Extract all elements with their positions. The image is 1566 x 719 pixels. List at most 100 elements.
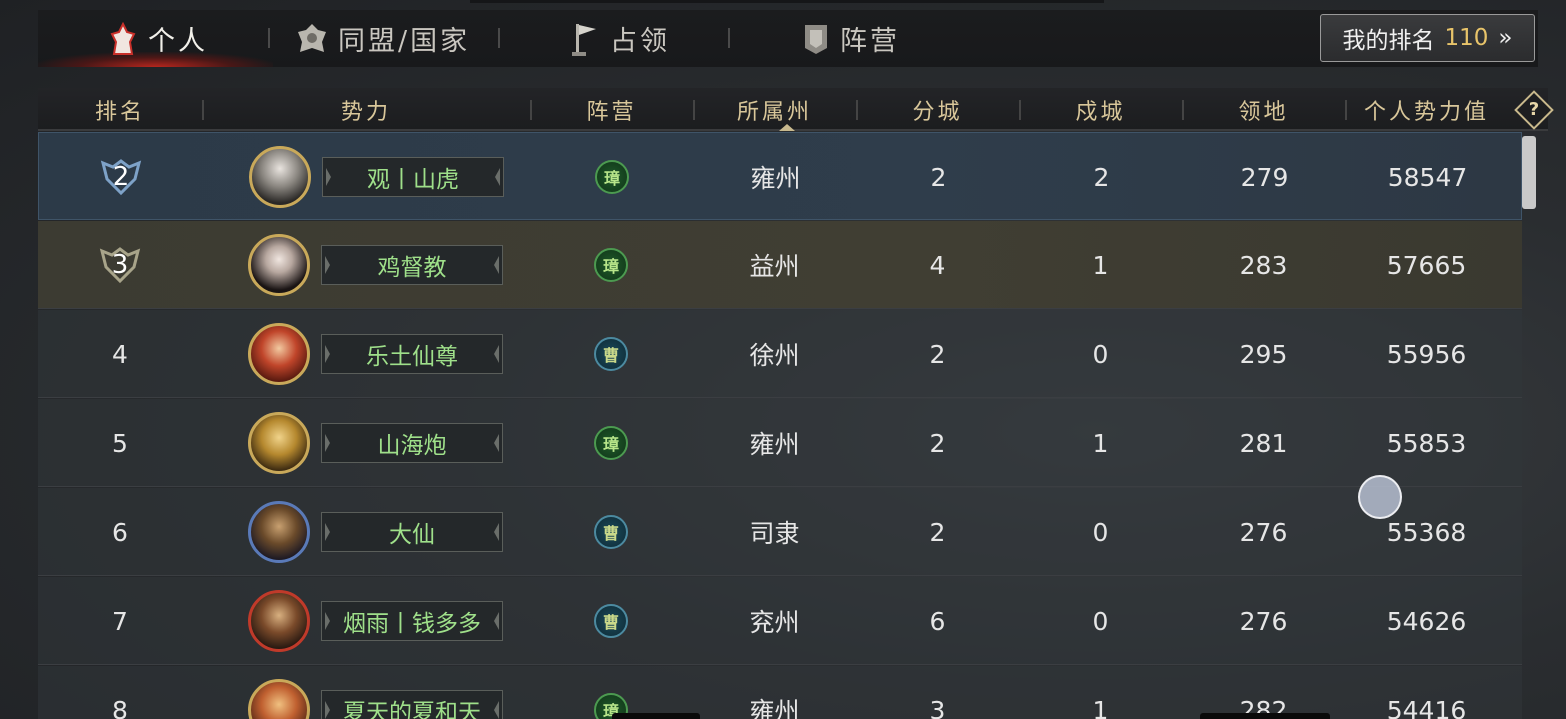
column-header-rank[interactable]: 排名 (38, 88, 202, 131)
territory-cell: 281 (1239, 428, 1288, 458)
state-cell: 兖州 (749, 608, 800, 637)
state-cell: 雍州 (749, 697, 800, 719)
garrison-city-cell: 0 (1092, 517, 1109, 547)
alliance-crest-icon (298, 23, 326, 52)
garrison-city-cell: 1 (1092, 250, 1109, 280)
avatar[interactable] (248, 323, 310, 385)
tab-occupy-label: 占领 (610, 26, 670, 57)
avatar[interactable] (248, 501, 310, 563)
tower-icon (110, 21, 136, 55)
garrison-city-cell: 1 (1092, 695, 1109, 719)
table-row[interactable]: 6 大仙 曹 司隶 2 0 276 55368 (38, 488, 1522, 576)
table-row[interactable]: 8 夏天的夏和天 璋 雍州 3 1 282 54416 (38, 666, 1522, 719)
avatar[interactable] (248, 412, 310, 474)
table-row[interactable]: 2 观丨山虎 璋 雍州 2 2 279 58547 (38, 132, 1522, 220)
tab-alliance[interactable]: 同盟/国家 (296, 10, 470, 67)
top-divider (470, 0, 1104, 3)
avatar[interactable] (248, 590, 310, 652)
table-row[interactable]: 5 山海炮 璋 雍州 2 1 281 55853 (38, 399, 1522, 487)
avatar[interactable] (248, 679, 310, 719)
rank-number: 2 (112, 162, 130, 192)
power-cell: 54626 (1386, 606, 1467, 636)
column-header-faction[interactable]: 阵营 (530, 88, 693, 131)
rank-cell: 2 (39, 133, 203, 221)
table-row[interactable]: 7 烟雨丨钱多多 曹 兖州 6 0 276 54626 (38, 577, 1522, 665)
garrison-city-cell: 0 (1092, 339, 1109, 369)
my-rank-button[interactable]: 我的排名 110 » (1320, 14, 1535, 62)
state-cell: 司隶 (749, 519, 800, 548)
faction-badge: 曹 (594, 337, 628, 371)
player-name[interactable]: 乐土仙尊 (321, 334, 503, 374)
faction-badge: 璋 (595, 160, 629, 194)
tab-alliance-label: 同盟/国家 (338, 26, 471, 57)
column-header-branch-city[interactable]: 分城 (856, 88, 1019, 131)
player-name[interactable]: 山海炮 (321, 423, 503, 463)
player-name[interactable]: 烟雨丨钱多多 (321, 601, 503, 641)
branch-city-cell: 2 (929, 428, 946, 458)
column-header-power-name[interactable]: 势力 (202, 88, 530, 131)
tab-bar: 个人 同盟/国家 占领 阵营 (38, 10, 1538, 67)
avatar[interactable] (248, 234, 310, 296)
branch-city-cell: 6 (929, 606, 946, 636)
territory-cell: 283 (1239, 250, 1288, 280)
faction-badge: 曹 (594, 604, 628, 638)
power-cell: 55956 (1386, 339, 1467, 369)
rank-number: 3 (111, 250, 129, 280)
state-cell: 益州 (749, 252, 800, 281)
rank-cell: 7 (112, 606, 128, 636)
garrison-city-cell: 0 (1092, 606, 1109, 636)
branch-city-cell: 2 (930, 162, 947, 192)
table-header: 排名 势力 阵营 所属州 分城 戍城 领地 个人势力值 (38, 88, 1548, 131)
column-header-state[interactable]: 所属州 (693, 88, 856, 131)
state-cell: 徐州 (749, 341, 800, 370)
power-cell: 58547 (1387, 162, 1468, 192)
branch-city-cell: 4 (929, 250, 946, 280)
rank-cell: 6 (112, 517, 128, 547)
player-name[interactable]: 大仙 (321, 512, 503, 552)
help-icon-glyph: ? (1528, 99, 1540, 120)
tab-separator (268, 28, 270, 48)
tab-separator (728, 28, 730, 48)
territory-cell: 276 (1239, 606, 1288, 636)
column-header-garrison-city[interactable]: 戍城 (1019, 88, 1182, 131)
player-name[interactable]: 观丨山虎 (322, 157, 504, 197)
bottom-overlay (1200, 713, 1330, 719)
bottom-overlay (612, 713, 700, 719)
table-row[interactable]: 4 乐土仙尊 曹 徐州 2 0 295 55956 (38, 310, 1522, 398)
territory-cell: 295 (1239, 339, 1288, 369)
table-row[interactable]: 3 鸡督教 璋 益州 4 1 283 57665 (38, 221, 1522, 309)
rank-cell: 4 (112, 339, 128, 369)
touch-cursor-indicator (1358, 475, 1402, 519)
faction-badge: 璋 (594, 426, 628, 460)
branch-city-cell: 3 (929, 695, 946, 719)
state-cell: 雍州 (749, 430, 800, 459)
faction-badge: 璋 (594, 248, 628, 282)
tab-personal-label: 个人 (148, 26, 208, 57)
my-rank-value: 110 (1444, 25, 1489, 51)
faction-badge: 曹 (594, 515, 628, 549)
scrollbar-thumb[interactable] (1522, 136, 1536, 209)
column-header-personal-power[interactable]: 个人势力值 (1345, 88, 1508, 131)
branch-city-cell: 2 (929, 517, 946, 547)
territory-cell: 282 (1239, 695, 1288, 719)
player-name[interactable]: 夏天的夏和天 (321, 690, 503, 719)
flag-icon (572, 23, 596, 56)
column-header-territory[interactable]: 领地 (1182, 88, 1345, 131)
tab-occupy[interactable]: 占领 (570, 10, 670, 67)
sort-caret-icon (779, 124, 795, 131)
tab-faction-label: 阵营 (840, 26, 900, 57)
rank-badge-silver: 2 (99, 157, 143, 197)
garrison-city-cell: 2 (1093, 162, 1110, 192)
branch-city-cell: 2 (929, 339, 946, 369)
avatar[interactable] (249, 146, 311, 208)
player-name[interactable]: 鸡督教 (321, 245, 503, 285)
my-rank-label: 我的排名 (1342, 28, 1435, 54)
rank-cell: 5 (112, 428, 128, 458)
tab-separator (498, 28, 500, 48)
ranking-table: 2 观丨山虎 璋 雍州 2 2 279 58547 3 鸡督教 璋 益州 4 1… (38, 132, 1522, 719)
tab-personal[interactable]: 个人 (108, 10, 208, 67)
double-chevron-right-icon: » (1498, 25, 1513, 51)
power-cell: 54416 (1386, 695, 1467, 719)
tab-faction[interactable]: 阵营 (802, 10, 900, 67)
rank-badge-bronze: 3 (98, 245, 142, 285)
